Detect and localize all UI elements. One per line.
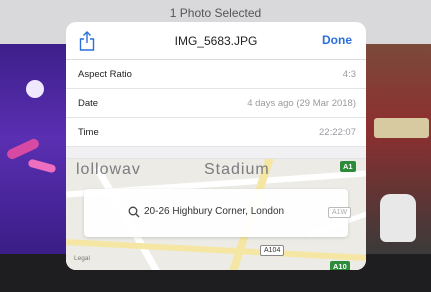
row-label: Time xyxy=(78,127,99,138)
search-icon xyxy=(128,206,140,218)
backdrop-photo-right xyxy=(366,44,431,254)
road-badge: A1 xyxy=(340,161,356,172)
row-label: Date xyxy=(78,98,99,109)
row-value: 4 days ago (29 Mar 2018) xyxy=(247,98,356,109)
backdrop-photo-left xyxy=(0,44,66,254)
map-place-label: Stadium xyxy=(204,161,270,178)
section-separator xyxy=(66,147,366,159)
row-value: 22:22:07 xyxy=(319,127,356,138)
done-button[interactable]: Done xyxy=(322,33,352,47)
location-map[interactable]: lollowav Stadium A1 20-26 Highbury Corne… xyxy=(66,159,366,270)
sheet-header: IMG_5683.JPG Done xyxy=(66,22,366,60)
info-row-date: Date 4 days ago (29 Mar 2018) xyxy=(66,89,366,118)
sheet-title: IMG_5683.JPG xyxy=(174,34,258,48)
backdrop-title: 1 Photo Selected xyxy=(169,6,262,20)
info-row-time: Time 22:22:07 xyxy=(66,118,366,147)
map-place-label: lollowav xyxy=(76,161,141,178)
road-plate: A1W xyxy=(328,207,352,218)
row-label: Aspect Ratio xyxy=(78,69,132,80)
location-address: 20-26 Highbury Corner, London xyxy=(144,206,285,217)
road-badge-a10: A10 xyxy=(330,261,350,270)
row-value: 4:3 xyxy=(342,69,356,80)
legal-link[interactable]: Legal xyxy=(74,255,90,262)
photo-info-sheet: IMG_5683.JPG Done Aspect Ratio 4:3 Date … xyxy=(66,22,366,270)
road-plate-a104: A104 xyxy=(260,245,285,256)
location-address-pill[interactable]: 20-26 Highbury Corner, London A1W xyxy=(84,189,352,237)
info-row-aspect-ratio: Aspect Ratio 4:3 xyxy=(66,60,366,89)
